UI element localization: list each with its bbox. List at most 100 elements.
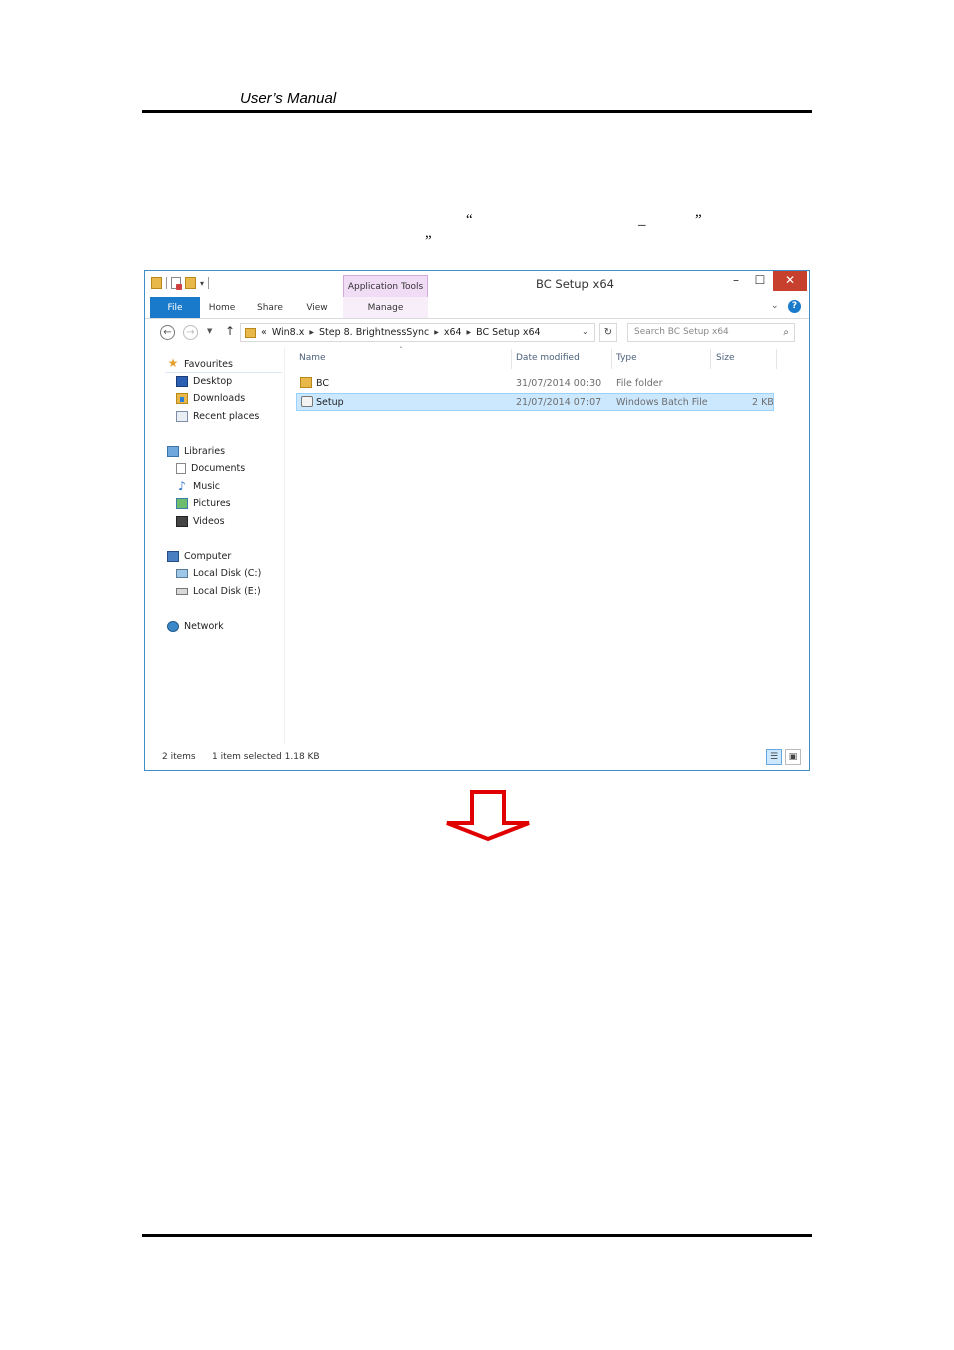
- address-dropdown-icon[interactable]: ⌄: [582, 327, 589, 336]
- tab-home[interactable]: Home: [203, 297, 241, 318]
- maximize-button[interactable]: ☐: [749, 271, 771, 291]
- ribbon-tabs: File Home Share View Manage ⌄ ?: [145, 297, 809, 319]
- address-bar[interactable]: « Win8.x ▶ Step 8. BrightnessSync ▶ x64 …: [240, 323, 595, 342]
- libraries-icon: [167, 446, 179, 457]
- file-type: File folder: [616, 378, 663, 389]
- nav-videos[interactable]: Videos: [176, 516, 225, 527]
- expand-ribbon-icon[interactable]: ⌄: [771, 301, 779, 311]
- nav-desktop[interactable]: Desktop: [176, 376, 232, 387]
- window-title: BC Setup x64: [536, 277, 614, 291]
- tab-file[interactable]: File: [150, 297, 200, 318]
- system-drive-icon: [176, 569, 188, 578]
- nav-network[interactable]: Network: [167, 621, 224, 632]
- sort-caret-icon: ˆ: [399, 346, 403, 355]
- column-header-size[interactable]: Size: [716, 353, 734, 363]
- breadcrumb-bc-setup[interactable]: BC Setup x64: [476, 327, 540, 338]
- column-separator[interactable]: [710, 349, 711, 369]
- file-size: 2 KB: [752, 397, 774, 408]
- nav-computer[interactable]: Computer: [167, 551, 231, 562]
- documents-icon: [176, 463, 186, 474]
- tab-manage[interactable]: Manage: [343, 297, 428, 318]
- minimize-button[interactable]: –: [725, 271, 747, 291]
- nav-label: Pictures: [193, 498, 231, 509]
- downloads-icon: [176, 393, 188, 404]
- breadcrumb-win8x[interactable]: Win8.x: [272, 327, 305, 338]
- column-header-date[interactable]: Date modified: [516, 353, 580, 363]
- nav-label: Network: [184, 621, 224, 632]
- breadcrumb-x64[interactable]: x64: [444, 327, 462, 338]
- nav-libraries[interactable]: Libraries: [167, 446, 225, 457]
- nav-favourites[interactable]: ★ Favourites: [167, 356, 233, 370]
- column-separator[interactable]: [611, 349, 612, 369]
- header-rule: [142, 110, 812, 113]
- nav-label: Computer: [184, 551, 232, 562]
- column-header-type[interactable]: Type: [616, 353, 637, 363]
- search-icon[interactable]: ⌕: [783, 324, 789, 341]
- up-arrow-icon[interactable]: ↑: [225, 324, 235, 338]
- large-icons-view-icon[interactable]: ▣: [785, 749, 801, 765]
- column-separator[interactable]: [511, 349, 512, 369]
- nav-local-disk-c[interactable]: Local Disk (C:): [176, 568, 261, 579]
- footer-rule: [142, 1234, 812, 1237]
- help-icon[interactable]: ?: [788, 300, 801, 313]
- nav-music[interactable]: ♪ Music: [176, 479, 221, 493]
- nav-label: Music: [193, 481, 221, 492]
- recent-locations-dropdown-icon[interactable]: ▼: [207, 327, 212, 335]
- music-icon: ♪: [178, 479, 186, 493]
- drive-icon: [176, 588, 188, 595]
- forward-arrow-icon[interactable]: →: [183, 325, 198, 340]
- open-quote: “: [466, 212, 473, 228]
- search-input[interactable]: Search BC Setup x64 ⌕: [627, 323, 795, 342]
- explorer-window: ▾ Application Tools BC Setup x64 – ☐ ✕ F…: [144, 270, 810, 771]
- breadcrumb-step8[interactable]: Step 8. BrightnessSync: [319, 327, 429, 338]
- breadcrumb-overflow[interactable]: «: [261, 327, 267, 338]
- selection-info: 1 item selected 1.18 KB: [212, 752, 320, 762]
- refresh-icon[interactable]: ↻: [599, 323, 617, 342]
- tab-share[interactable]: Share: [251, 297, 289, 318]
- column-separator[interactable]: [776, 349, 777, 369]
- column-header-name[interactable]: Name: [299, 353, 326, 363]
- file-date: 21/07/2014 07:07: [516, 397, 602, 408]
- folder-icon[interactable]: [151, 277, 162, 289]
- separator: [166, 277, 167, 289]
- title-bar: ▾ Application Tools BC Setup x64 – ☐ ✕: [145, 271, 809, 297]
- navigation-bar: ← → ▼ ↑ « Win8.x ▶ Step 8. BrightnessSyn…: [145, 319, 809, 347]
- file-name: Setup: [316, 397, 344, 408]
- network-icon: [167, 621, 179, 632]
- details-view-icon[interactable]: ☰: [766, 749, 782, 765]
- quick-access-toolbar: ▾: [151, 277, 210, 290]
- underscore-fragment: _: [638, 212, 646, 228]
- recent-places-icon: [176, 411, 188, 422]
- tab-view[interactable]: View: [299, 297, 335, 318]
- file-row-bc[interactable]: BC 31/07/2014 00:30 File folder: [296, 375, 774, 393]
- search-placeholder: Search BC Setup x64: [634, 327, 729, 337]
- pictures-icon: [176, 498, 188, 509]
- chevron-right-icon[interactable]: ▶: [309, 329, 314, 336]
- nav-recent-places[interactable]: Recent places: [176, 411, 259, 422]
- nav-label: Desktop: [193, 376, 233, 387]
- back-arrow-icon[interactable]: ←: [160, 325, 175, 340]
- file-row-setup[interactable]: Setup 21/07/2014 07:07 Windows Batch Fil…: [296, 393, 774, 411]
- customize-dropdown-icon[interactable]: ▾: [200, 279, 204, 288]
- file-type: Windows Batch File: [616, 397, 708, 408]
- nav-downloads[interactable]: Downloads: [176, 393, 245, 404]
- application-tools-label: Application Tools: [343, 275, 428, 297]
- new-folder-icon[interactable]: [185, 277, 196, 289]
- nav-documents[interactable]: Documents: [176, 463, 245, 474]
- chevron-right-icon[interactable]: ▶: [434, 329, 439, 336]
- file-list: Name ˆ Date modified Type Size BC 31/07/…: [286, 346, 809, 744]
- folder-icon: [245, 327, 256, 338]
- chevron-right-icon[interactable]: ▶: [467, 329, 472, 336]
- star-icon: ★: [167, 356, 179, 370]
- videos-icon: [176, 516, 188, 527]
- nav-label: Recent places: [193, 411, 260, 422]
- properties-icon[interactable]: [171, 277, 182, 290]
- navigation-pane: ★ Favourites Desktop Downloads Recent pl…: [145, 347, 285, 744]
- nav-local-disk-e[interactable]: Local Disk (E:): [176, 586, 261, 597]
- nav-pictures[interactable]: Pictures: [176, 498, 231, 509]
- folder-icon: [300, 377, 312, 388]
- batch-file-icon: [301, 396, 313, 407]
- separator: [208, 277, 210, 289]
- close-button[interactable]: ✕: [773, 271, 807, 291]
- nav-label: Local Disk (E:): [193, 586, 261, 597]
